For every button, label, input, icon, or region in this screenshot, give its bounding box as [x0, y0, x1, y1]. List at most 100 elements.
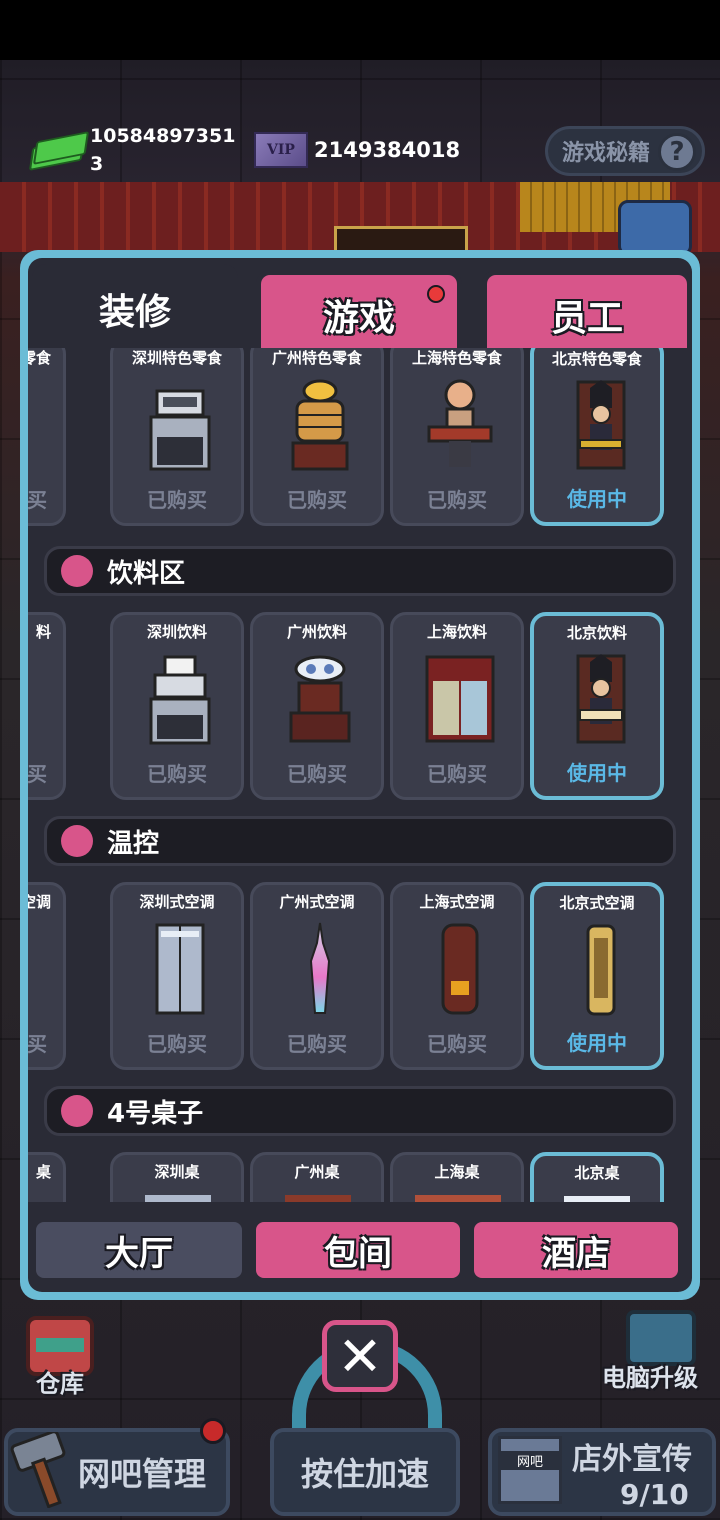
hold-to-speed-label: 按住加速 [300, 1455, 429, 1493]
item-card[interactable]: 北京特色零食 使用中 [530, 348, 664, 526]
notification-dot [427, 285, 445, 303]
floor-hall-button[interactable]: 大厅 [36, 1222, 242, 1278]
item-status: 买 [28, 1032, 47, 1056]
outdoor-promotion-label: 店外宣传 [572, 1441, 692, 1477]
tab-game[interactable]: 游戏 [256, 270, 462, 354]
item-card[interactable]: 广州饮料 已购买 [250, 612, 384, 800]
item-card[interactable]: 广州桌 [250, 1152, 384, 1202]
item-card[interactable]: 桌 [28, 1152, 66, 1202]
desk-icon [564, 1196, 630, 1202]
item-card[interactable]: 北京饮料 使用中 [530, 612, 664, 800]
game-secrets-label: 游戏秘籍 [562, 141, 651, 166]
snack-vendor-icon [427, 379, 493, 467]
item-card[interactable]: 广州式空调 已购买 [250, 882, 384, 1070]
item-name: 深圳特色零食 [131, 349, 222, 367]
item-name: 北京桌 [574, 1164, 620, 1182]
item-name: 广州特色零食 [271, 349, 362, 367]
item-name: 上海桌 [434, 1163, 480, 1181]
item-status: 使用中 [567, 1031, 627, 1055]
printer-stand-icon [149, 655, 211, 745]
section-header-drinks: 饮料区 [44, 546, 676, 596]
item-scroll-area[interactable]: 零食 买 深圳特色零食 已购买 广州特色零食 已购买 上海特色零食 已购买 北京… [28, 348, 692, 1202]
section-dot [61, 1095, 93, 1127]
vip-icon: VIP [254, 132, 308, 168]
beijing-drink-vendor-icon [576, 654, 626, 744]
tab-decoration[interactable]: 装修 [32, 264, 238, 354]
section-header-temperature: 温控 [44, 816, 676, 866]
item-status: 已购买 [287, 762, 347, 786]
item-name: 深圳式空调 [139, 893, 215, 911]
netcafe-manage-label: 网吧管理 [77, 1455, 206, 1493]
section-dot [61, 825, 93, 857]
money-value-line1: 10584897351 [90, 125, 236, 147]
vip-display: VIP 2149384018 [254, 132, 460, 168]
tea-set-icon [289, 655, 351, 743]
item-status: 使用中 [567, 487, 627, 511]
manage-notification-dot [200, 1418, 226, 1444]
item-status: 已购买 [287, 1032, 347, 1056]
panel-body: 装修 游戏 员工 零食 买 深圳特色零食 已购买 广州特色零食 已购买 上海特色… [28, 258, 692, 1292]
item-card[interactable]: 北京桌 [530, 1152, 664, 1202]
item-card[interactable]: 北京式空调 使用中 [530, 882, 664, 1070]
map-icon[interactable] [618, 200, 692, 256]
item-card[interactable]: 深圳饮料 已购买 [110, 612, 244, 800]
floor-private-room-button[interactable]: 包间 [256, 1222, 460, 1278]
drink-fridge-icon [425, 655, 495, 743]
item-name: 零食 [28, 349, 51, 367]
item-name: 空调 [28, 893, 51, 911]
item-card[interactable]: 空调 买 [28, 882, 66, 1070]
item-name: 北京式空调 [559, 894, 635, 912]
desk-icon [145, 1195, 211, 1202]
item-name: 广州桌 [294, 1163, 340, 1181]
item-card[interactable]: 深圳式空调 已购买 [110, 882, 244, 1070]
item-card[interactable]: 零食 买 [28, 348, 66, 526]
section-dot [61, 555, 93, 587]
section-title: 温控 [107, 828, 160, 859]
item-status: 已购买 [427, 488, 487, 512]
item-card[interactable]: 广州特色零食 已购买 [250, 348, 384, 526]
status-bar [0, 0, 720, 60]
promotion-count: 9/10 [620, 1477, 689, 1511]
close-icon: ✕ [337, 1324, 383, 1388]
item-card[interactable]: 深圳桌 [110, 1152, 244, 1202]
money-display: 10584897351 3 [28, 122, 236, 178]
section-header-desk-4: 4号桌子 [44, 1086, 676, 1136]
warehouse-label[interactable]: 仓库 [36, 1364, 84, 1399]
item-status: 已购买 [287, 488, 347, 512]
printer-stand-icon [149, 389, 211, 471]
item-card[interactable]: 上海特色零食 已购买 [390, 348, 524, 526]
item-name: 广州饮料 [286, 623, 347, 641]
item-status: 买 [28, 762, 47, 786]
item-status: 买 [28, 488, 47, 512]
item-name: 深圳桌 [154, 1163, 200, 1181]
game-secrets-button[interactable]: 游戏秘籍 ? [545, 126, 705, 176]
section-title: 饮料区 [107, 558, 186, 589]
item-name: 上海特色零食 [411, 349, 502, 367]
item-name: 料 [35, 623, 51, 641]
item-status: 已购买 [427, 762, 487, 786]
item-name: 深圳饮料 [146, 623, 207, 641]
item-status: 已购买 [147, 1032, 207, 1056]
beijing-ac-icon [586, 924, 616, 1016]
computer-upgrade-label[interactable]: 电脑升级 [602, 1358, 698, 1393]
hold-to-speed-button[interactable]: 按住加速 [270, 1428, 460, 1516]
item-card[interactable]: 深圳特色零食 已购买 [110, 348, 244, 526]
item-status: 已购买 [427, 1032, 487, 1056]
tab-staff[interactable]: 员工 [482, 270, 692, 354]
item-name: 桌 [35, 1163, 51, 1181]
item-card[interactable]: 上海式空调 已购买 [390, 882, 524, 1070]
item-card[interactable]: 上海饮料 已购买 [390, 612, 524, 800]
desk-icon [285, 1195, 351, 1202]
item-status: 已购买 [147, 762, 207, 786]
cash-icon [28, 128, 90, 172]
vip-value: 2149384018 [314, 138, 461, 162]
shanghai-ac-icon [441, 923, 479, 1015]
item-name: 上海饮料 [426, 623, 487, 641]
tab-game-label: 游戏 [322, 297, 395, 339]
item-card[interactable]: 料 买 [28, 612, 66, 800]
close-button[interactable]: ✕ [322, 1320, 398, 1392]
item-card[interactable]: 上海桌 [390, 1152, 524, 1202]
decoration-panel: 装修 游戏 员工 零食 买 深圳特色零食 已购买 广州特色零食 已购买 上海特色… [20, 250, 700, 1300]
hammer-icon [10, 1432, 66, 1508]
floor-hotel-button[interactable]: 酒店 [474, 1222, 678, 1278]
